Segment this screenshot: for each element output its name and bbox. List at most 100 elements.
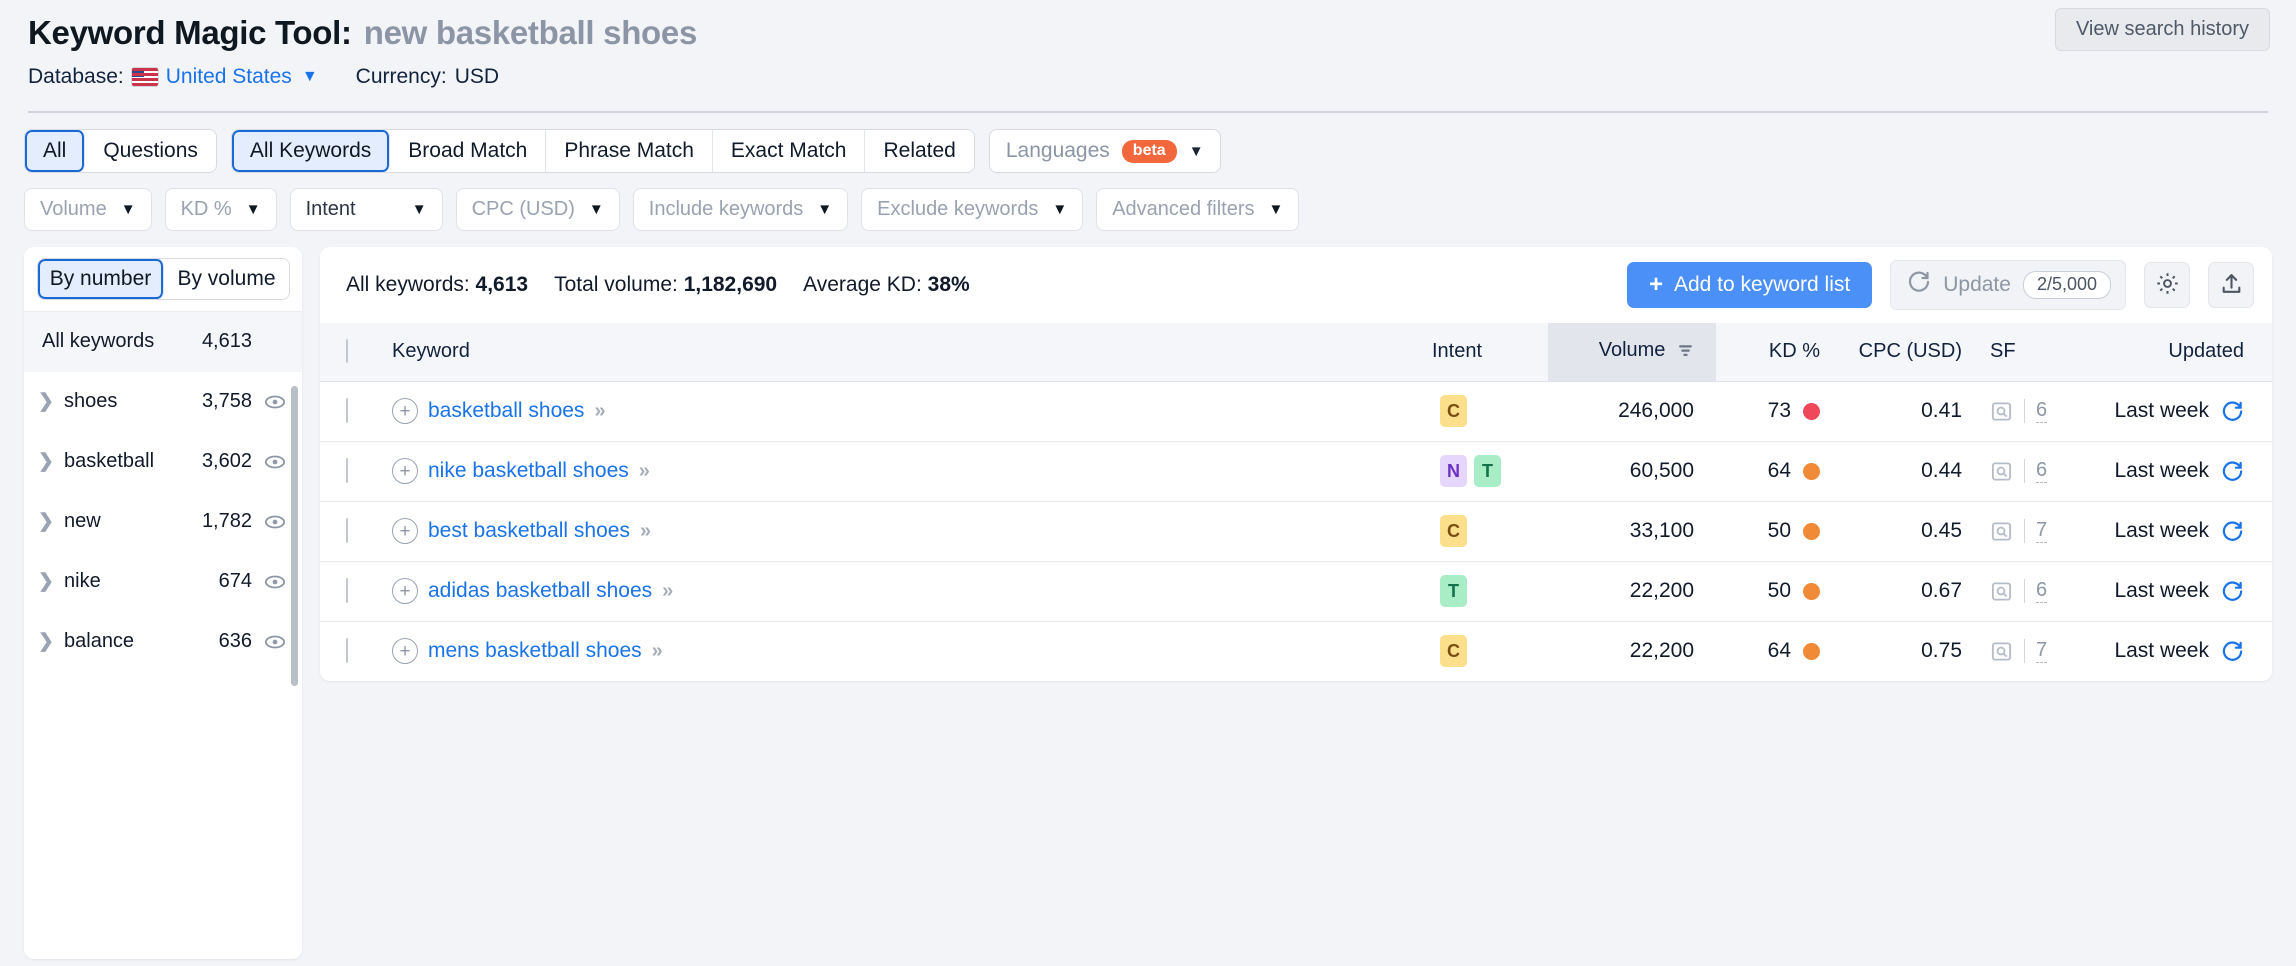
chevron-right-icon[interactable]: ❯ xyxy=(38,390,64,413)
question-type-tabs: All Questions xyxy=(24,129,217,173)
add-keyword-icon[interactable]: + xyxy=(392,518,418,544)
column-keyword[interactable]: Keyword xyxy=(392,323,1428,381)
sf-count[interactable]: 6 xyxy=(2036,579,2048,603)
tab-broad-match[interactable]: Broad Match xyxy=(390,130,547,172)
row-checkbox[interactable] xyxy=(346,458,348,483)
filter-kd-label: KD % xyxy=(180,198,232,220)
filter-cpc[interactable]: CPC (USD) ▼ xyxy=(455,188,620,231)
sidebar-item-all-keywords[interactable]: All keywords 4,613 xyxy=(24,312,302,372)
sf-count[interactable]: 7 xyxy=(2036,519,2048,543)
refresh-icon[interactable] xyxy=(2221,400,2244,423)
sidebar-scrollbar[interactable] xyxy=(291,386,298,686)
chevron-double-right-icon[interactable]: » xyxy=(640,520,651,543)
eye-icon[interactable] xyxy=(264,571,286,593)
select-all-checkbox[interactable] xyxy=(346,339,348,364)
serp-features-icon[interactable] xyxy=(1990,460,2013,483)
filter-exclude-keywords[interactable]: Exclude keywords ▼ xyxy=(861,188,1084,231)
chevron-double-right-icon[interactable]: » xyxy=(662,580,673,603)
filter-exclude-keywords-label: Exclude keywords xyxy=(877,198,1039,220)
add-keyword-icon[interactable]: + xyxy=(392,398,418,424)
tab-questions[interactable]: Questions xyxy=(85,130,216,172)
sort-by-number-button[interactable]: By number xyxy=(38,259,164,299)
column-kd[interactable]: KD % xyxy=(1716,323,1836,381)
add-to-keyword-list-button[interactable]: + Add to keyword list xyxy=(1626,262,1873,308)
chevron-right-icon[interactable]: ❯ xyxy=(38,510,64,533)
sf-count[interactable]: 6 xyxy=(2036,459,2048,483)
volume-cell: 33,100 xyxy=(1548,500,1716,561)
chevron-double-right-icon[interactable]: » xyxy=(652,640,663,663)
chevron-double-right-icon[interactable]: » xyxy=(639,460,650,483)
languages-dropdown[interactable]: Languages beta ▼ xyxy=(988,129,1221,173)
keyword-link[interactable]: nike basketball shoes xyxy=(428,459,629,483)
add-keyword-icon[interactable]: + xyxy=(392,638,418,665)
serp-features-icon[interactable] xyxy=(1990,640,2013,663)
chevron-right-icon[interactable]: ❯ xyxy=(38,570,64,593)
row-checkbox[interactable] xyxy=(346,398,348,423)
serp-features-icon[interactable] xyxy=(1990,580,2013,603)
table-row[interactable]: + adidas basketball shoes » T 22,200 50 … xyxy=(320,560,2272,621)
row-checkbox[interactable] xyxy=(346,578,348,603)
tab-all-keywords[interactable]: All Keywords xyxy=(231,130,391,172)
filter-volume[interactable]: Volume ▼ xyxy=(24,188,152,231)
sort-by-volume-button[interactable]: By volume xyxy=(164,259,289,299)
add-keyword-icon[interactable]: + xyxy=(392,458,418,484)
keyword-link[interactable]: best basketball shoes xyxy=(428,519,630,543)
column-updated[interactable]: Updated xyxy=(2086,323,2272,381)
database-value[interactable]: United States xyxy=(166,65,292,89)
column-volume[interactable]: Volume xyxy=(1548,323,1716,381)
serp-features-icon[interactable] xyxy=(1990,400,2013,423)
chevron-right-icon[interactable]: ❯ xyxy=(38,630,64,653)
serp-features-icon[interactable] xyxy=(1990,520,2013,543)
tab-related[interactable]: Related xyxy=(865,130,974,172)
add-keyword-icon[interactable]: + xyxy=(392,578,418,604)
intent-badge-T: T xyxy=(1474,455,1501,487)
sidebar-item-balance[interactable]: ❯ balance 636 xyxy=(24,612,302,672)
eye-icon[interactable] xyxy=(264,631,286,653)
eye-icon[interactable] xyxy=(264,391,286,413)
column-cpc[interactable]: CPC (USD) xyxy=(1836,323,1976,381)
keyword-link[interactable]: mens basketball shoes xyxy=(428,639,642,663)
refresh-icon[interactable] xyxy=(2221,460,2244,483)
filter-kd[interactable]: KD % ▼ xyxy=(164,188,277,231)
column-sf[interactable]: SF xyxy=(1976,323,2086,381)
table-row[interactable]: + mens basketball shoes » C 22,200 64 0.… xyxy=(320,620,2272,681)
sidebar-item-nike[interactable]: ❯ nike 674 xyxy=(24,552,302,612)
eye-icon[interactable] xyxy=(264,511,286,533)
database-selector[interactable]: Database: United States ▼ xyxy=(28,65,318,89)
add-to-keyword-list-label: Add to keyword list xyxy=(1673,273,1851,296)
eye-icon[interactable] xyxy=(264,451,286,473)
table-row[interactable]: + best basketball shoes » C 33,100 50 0.… xyxy=(320,500,2272,561)
table-row[interactable]: + nike basketball shoes » NT 60,500 64 0… xyxy=(320,440,2272,501)
keywords-panel: All keywords: 4,613 Total volume: 1,182,… xyxy=(320,247,2272,681)
chevron-down-icon: ▼ xyxy=(1268,201,1284,218)
refresh-icon[interactable] xyxy=(2221,520,2244,543)
chevron-double-right-icon[interactable]: » xyxy=(594,400,605,423)
keyword-link[interactable]: adidas basketball shoes xyxy=(428,579,652,603)
refresh-icon[interactable] xyxy=(2221,640,2244,663)
sf-count[interactable]: 6 xyxy=(2036,399,2048,423)
column-intent[interactable]: Intent xyxy=(1428,323,1548,381)
sidebar-item-basketball[interactable]: ❯ basketball 3,602 xyxy=(24,432,302,492)
updated-cell: Last week xyxy=(2086,500,2272,561)
update-button[interactable]: Update 2/5,000 xyxy=(1890,260,2126,310)
settings-button[interactable] xyxy=(2144,262,2190,308)
updated-cell: Last week xyxy=(2086,620,2272,681)
sidebar-item-new[interactable]: ❯ new 1,782 xyxy=(24,492,302,552)
tab-phrase-match[interactable]: Phrase Match xyxy=(546,130,713,172)
filter-intent[interactable]: Intent ▼ xyxy=(289,188,443,231)
filter-advanced[interactable]: Advanced filters ▼ xyxy=(1096,188,1300,231)
tab-all[interactable]: All xyxy=(25,130,86,172)
view-search-history-button[interactable]: View search history xyxy=(2054,8,2270,51)
export-button[interactable] xyxy=(2208,262,2254,308)
tab-exact-match[interactable]: Exact Match xyxy=(712,130,866,172)
sidebar-item-shoes[interactable]: ❯ shoes 3,758 xyxy=(24,372,302,432)
chevron-right-icon[interactable]: ❯ xyxy=(38,450,64,473)
keyword-link[interactable]: basketball shoes xyxy=(428,399,584,423)
sf-count[interactable]: 7 xyxy=(2036,639,2048,664)
row-checkbox[interactable] xyxy=(346,638,348,664)
refresh-icon[interactable] xyxy=(2221,580,2244,603)
row-checkbox[interactable] xyxy=(346,518,348,543)
filter-include-keywords[interactable]: Include keywords ▼ xyxy=(632,188,849,231)
table-row[interactable]: + basketball shoes » C 246,000 73 0.41 6… xyxy=(320,380,2272,441)
sidebar-all-keywords-label: All keywords xyxy=(42,330,155,352)
